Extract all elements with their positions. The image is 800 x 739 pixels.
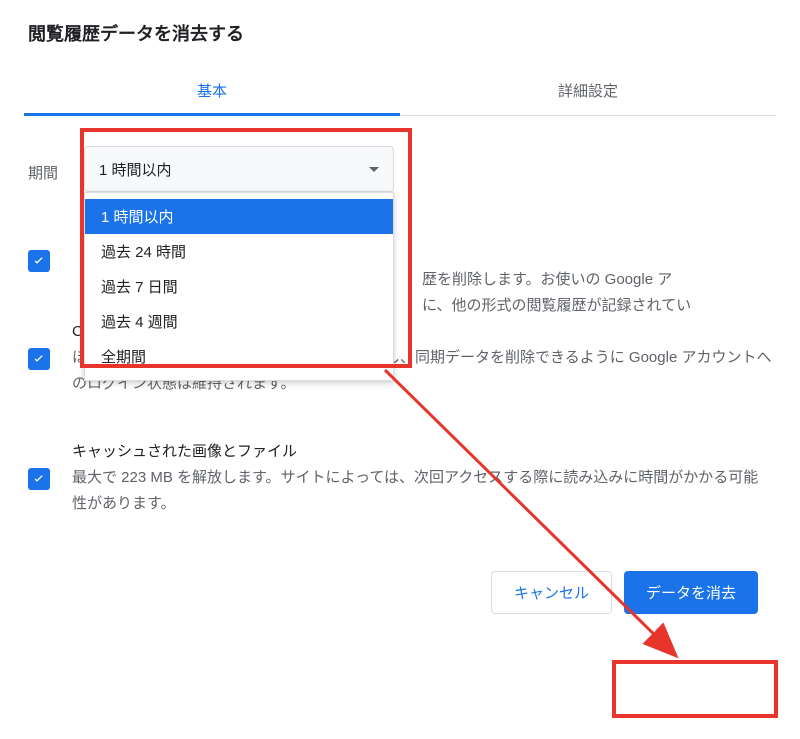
chevron-down-icon xyxy=(369,167,379,172)
tab-advanced[interactable]: 詳細設定 xyxy=(400,66,776,115)
checkbox-cookie[interactable] xyxy=(28,348,50,370)
option-cache: キャッシュされた画像とファイル 最大で 223 MB を解放します。サイトによっ… xyxy=(24,426,776,532)
clear-data-button[interactable]: データを消去 xyxy=(624,571,758,614)
dropdown-option-4w[interactable]: 過去 4 週間 xyxy=(85,304,393,339)
dialog-title: 閲覧履歴データを消去する xyxy=(24,20,776,46)
annotation-highlight-clear-button xyxy=(612,660,778,718)
dropdown-option-24h[interactable]: 過去 24 時間 xyxy=(85,234,393,269)
check-icon xyxy=(31,351,47,367)
check-icon xyxy=(31,471,47,487)
tab-basic[interactable]: 基本 xyxy=(24,66,400,115)
period-label: 期間 xyxy=(28,146,84,183)
tabs: 基本 詳細設定 xyxy=(24,66,776,116)
check-icon xyxy=(31,253,47,269)
dropdown-option-1h[interactable]: 1 時間以内 xyxy=(85,199,393,234)
history-desc-fragment-1: 歴を削除します。お使いの Google ア xyxy=(422,267,672,293)
period-select[interactable]: 1 時間以内 xyxy=(84,146,394,192)
dropdown-option-all[interactable]: 全期間 xyxy=(85,339,393,374)
cancel-button[interactable]: キャンセル xyxy=(491,571,612,614)
history-desc-fragment-2: に、他の形式の閲覧履歴が記録されてい xyxy=(422,293,691,319)
checkbox-history[interactable] xyxy=(28,250,50,272)
checkbox-cache[interactable] xyxy=(28,468,50,490)
period-dropdown: 1 時間以内 過去 24 時間 過去 7 日間 過去 4 週間 全期間 xyxy=(84,192,394,381)
dropdown-option-7d[interactable]: 過去 7 日間 xyxy=(85,269,393,304)
period-selected-value: 1 時間以内 xyxy=(99,159,172,180)
option-cache-title: キャッシュされた画像とファイル xyxy=(72,440,772,461)
option-cache-desc: 最大で 223 MB を解放します。サイトによっては、次回アクセスする際に読み込… xyxy=(72,465,772,518)
